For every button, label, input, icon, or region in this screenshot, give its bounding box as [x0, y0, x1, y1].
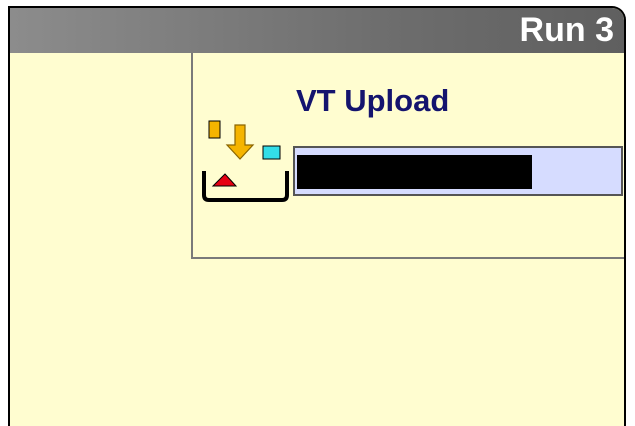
upload-to-tray-icon	[202, 120, 289, 202]
screen: Run 3 VT Upload	[0, 0, 635, 426]
main-panel: Run 3 VT Upload	[8, 6, 626, 426]
dialog-title: VT Upload	[296, 83, 450, 118]
upload-progress-fill	[297, 155, 532, 189]
upload-dialog: VT Upload	[191, 53, 624, 259]
title-bar: Run 3	[10, 8, 624, 53]
upload-progress-bar	[293, 146, 623, 196]
run-label: Run 3	[519, 11, 614, 49]
